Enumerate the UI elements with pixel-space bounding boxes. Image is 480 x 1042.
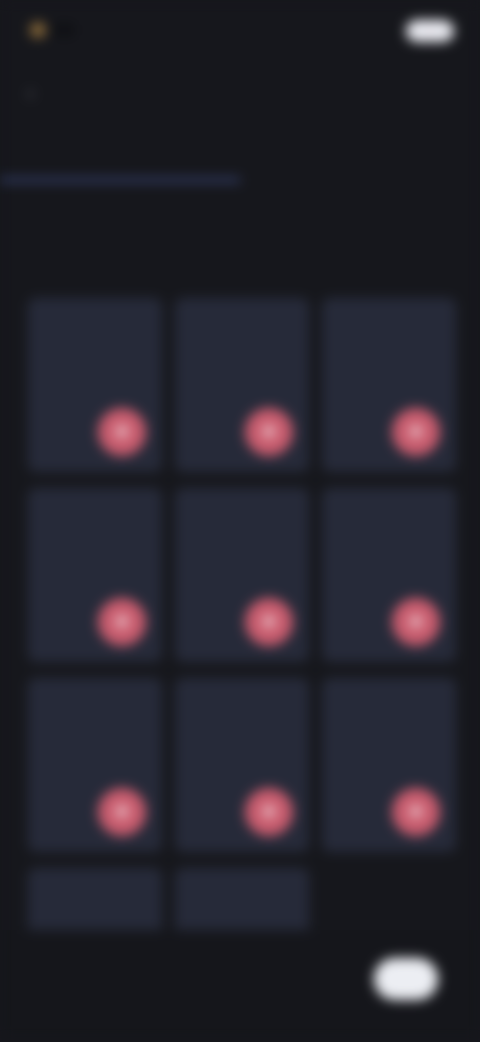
card[interactable]: + — [28, 678, 162, 852]
add-button[interactable]: + — [98, 788, 146, 836]
card[interactable]: + — [322, 298, 456, 472]
tab-bar — [0, 138, 480, 184]
tab-second[interactable] — [240, 138, 480, 180]
logo-icon — [30, 22, 46, 38]
add-button[interactable]: + — [245, 788, 293, 836]
bottom-bar — [0, 930, 480, 1040]
add-button[interactable]: + — [245, 408, 293, 456]
add-button[interactable]: + — [392, 408, 440, 456]
card[interactable]: + — [175, 678, 309, 852]
add-button[interactable]: + — [392, 788, 440, 836]
card[interactable]: + — [28, 298, 162, 472]
section-header — [28, 224, 448, 234]
card[interactable]: + — [175, 488, 309, 662]
active-tab-indicator — [0, 178, 240, 182]
logo-text — [54, 24, 74, 36]
status-pill — [406, 20, 454, 42]
status-indicators — [396, 20, 454, 42]
card[interactable]: + — [175, 298, 309, 472]
tab-first[interactable] — [0, 138, 240, 180]
card[interactable]: + — [322, 678, 456, 852]
back-arrow-icon[interactable]: ‹ — [28, 86, 44, 102]
card[interactable]: + — [28, 488, 162, 662]
card[interactable]: + — [322, 488, 456, 662]
add-button[interactable]: + — [98, 598, 146, 646]
status-bar — [0, 0, 480, 64]
primary-button[interactable] — [374, 958, 438, 1000]
add-button[interactable]: + — [98, 408, 146, 456]
add-button[interactable]: + — [392, 598, 440, 646]
app-logo — [30, 14, 140, 46]
add-button[interactable]: + — [245, 598, 293, 646]
